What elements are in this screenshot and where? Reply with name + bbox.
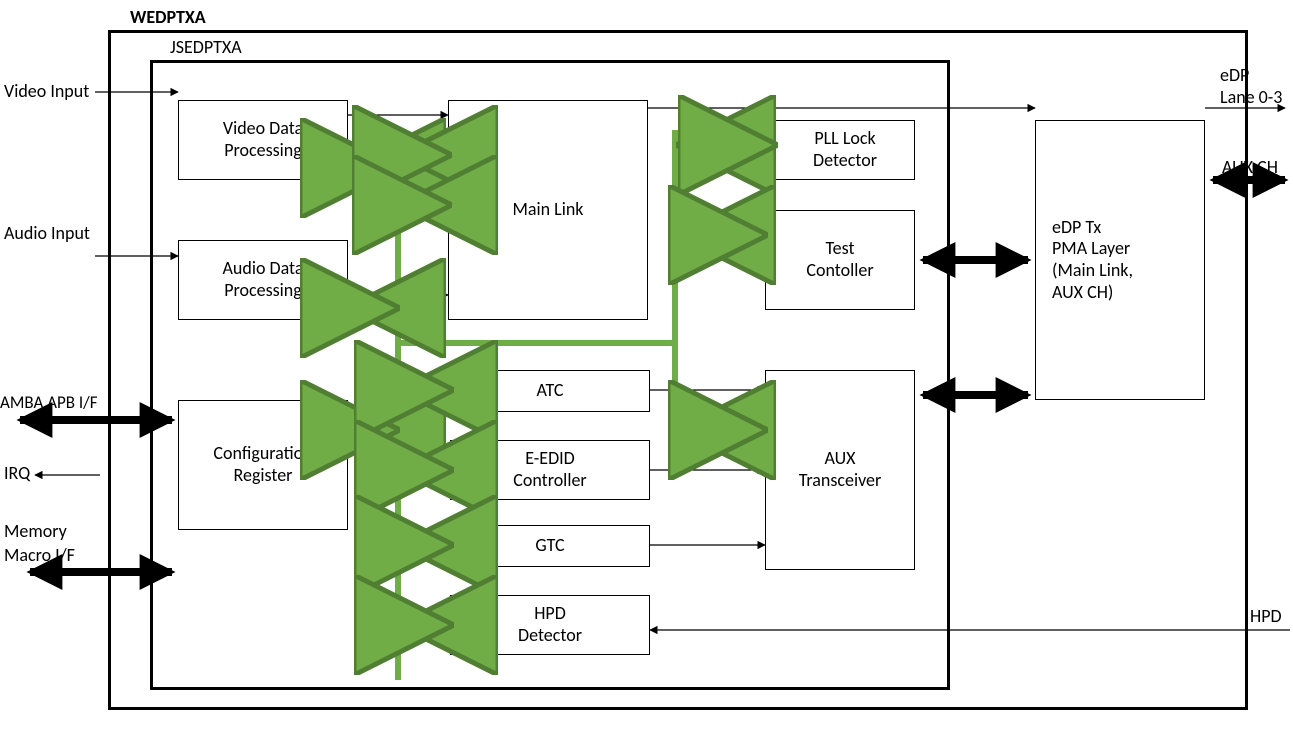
port-irq: IRQ (4, 462, 30, 484)
block-test-l2: Contoller (806, 259, 873, 281)
block-cfg-l2: Register (234, 464, 293, 486)
block-test-controller: TestContoller (765, 210, 915, 310)
inner-title: JSEDPTXA (170, 36, 242, 58)
block-eedid-l2: Controller (513, 469, 586, 491)
block-adp-l2: Processing (224, 279, 301, 301)
block-gtc: GTC (450, 525, 650, 567)
green-bus-left (395, 130, 401, 680)
block-audio-data-processing: Audio DataProcessing (178, 240, 348, 320)
port-amba-apb: AMBA APB I/F (0, 392, 98, 413)
block-main-link-label: Main Link (512, 199, 583, 221)
block-vdp-l2: Processing (224, 139, 301, 161)
block-atc: ATC (450, 370, 650, 412)
port-memory-l1: Memory (4, 520, 67, 542)
outer-title: WEDPTXA (130, 6, 206, 28)
block-main-link: Main Link (448, 100, 648, 320)
block-atc-label: ATC (536, 380, 563, 402)
block-auxt-l1: AUX (824, 447, 855, 469)
port-hpd: HPD (1250, 605, 1282, 627)
port-video-input: Video Input (4, 80, 89, 102)
block-pll-l1: PLL Lock (814, 127, 875, 149)
block-configuration-register: ConfigurationRegister (178, 400, 348, 530)
block-pma-l4: AUX CH) (1052, 281, 1113, 303)
block-pma-l2: PMA Layer (1052, 237, 1130, 259)
port-aux-ch: AUX CH (1222, 156, 1278, 178)
block-vdp-l1: Video Data (223, 117, 303, 139)
port-audio-input: Audio Input (4, 222, 90, 244)
block-cfg-l1: Configuration (213, 442, 312, 464)
block-video-data-processing: Video DataProcessing (178, 100, 348, 180)
port-edp-l1: eDP (1220, 64, 1249, 86)
block-auxt-l2: Transceiver (799, 469, 882, 491)
block-hpdd-l2: Detector (518, 624, 582, 646)
block-pll-l2: Detector (813, 149, 877, 171)
block-test-l1: Test (826, 237, 855, 259)
block-pll-lock-detector: PLL LockDetector (775, 120, 915, 180)
green-bus-right (672, 130, 678, 440)
block-pma-l1: eDP Tx (1052, 216, 1101, 238)
block-gtc-label: GTC (535, 535, 564, 557)
block-hpd-detector: HPDDetector (450, 595, 650, 655)
block-eedid-controller: E-EDIDController (450, 440, 650, 500)
block-hpdd-l1: HPD (534, 602, 566, 624)
block-pma-l3: (Main Link, (1052, 259, 1133, 281)
block-adp-l1: Audio Data (223, 257, 304, 279)
port-memory-l2: Macro I/F (4, 544, 75, 566)
block-edp-tx-pma-layer: eDP Tx PMA Layer (Main Link, AUX CH) (1035, 120, 1205, 400)
block-eedid-l1: E-EDID (525, 447, 575, 469)
port-edp-l2: Lane 0-3 (1220, 86, 1282, 108)
block-aux-transceiver: AUXTransceiver (765, 370, 915, 570)
diagram-canvas: WEDPTXA JSEDPTXA Video DataProcessing Au… (0, 0, 1293, 732)
green-bus-mid (395, 340, 678, 346)
